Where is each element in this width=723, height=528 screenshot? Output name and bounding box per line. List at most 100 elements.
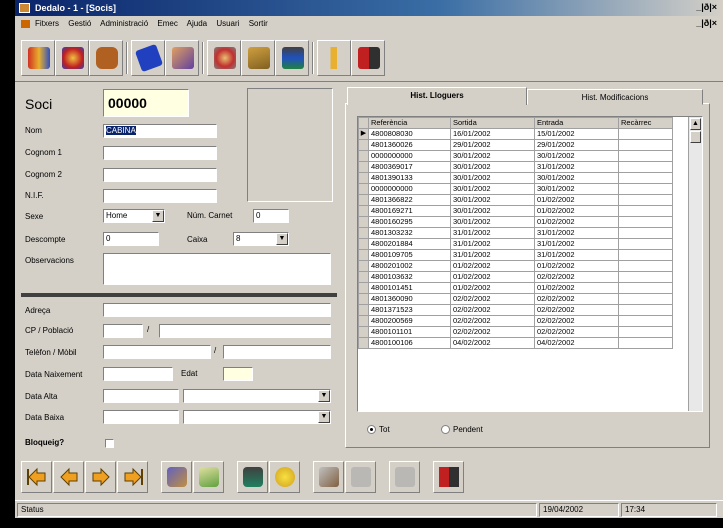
last-record-button[interactable] [117,461,148,493]
table-cell[interactable]: 31/01/2002 [534,249,619,261]
caixa-select[interactable]: 8 ▼ [233,232,289,246]
table-cell[interactable] [618,216,673,228]
scroll-up-icon[interactable]: ▲ [690,118,701,130]
table-row[interactable]: 4801371523 02/02/2002 02/02/2002 [358,304,673,316]
table-cell[interactable] [618,293,673,305]
table-row[interactable]: 4801390133 30/01/2002 30/01/2002 [358,172,673,184]
table-cell[interactable]: 4801360090 [368,293,451,305]
table-cell[interactable]: 16/01/2002 [450,128,535,140]
table-cell[interactable] [618,139,673,151]
chevron-down-icon[interactable]: ▼ [152,210,164,222]
scroll-thumb[interactable] [690,131,701,143]
table-row[interactable]: 4801303232 31/01/2002 31/01/2002 [358,227,673,239]
new-user-button[interactable] [161,461,192,493]
table-cell[interactable] [618,128,673,140]
col-referencia[interactable]: Referència [368,117,451,129]
bag-button[interactable] [89,40,123,76]
observacions-field[interactable] [103,253,331,285]
table-cell[interactable]: 4800200569 [368,315,451,327]
table-row[interactable]: 4800160295 30/01/2002 01/02/2002 [358,216,673,228]
table-cell[interactable]: 30/01/2002 [450,183,535,195]
table-cell[interactable]: 31/01/2002 [450,249,535,261]
col-entrada[interactable]: Entrada [534,117,619,129]
table-cell[interactable]: 4801303232 [368,227,451,239]
table-cell[interactable]: 4801371523 [368,304,451,316]
table-row[interactable]: 4800369017 30/01/2002 31/01/2002 [358,161,673,173]
table-cell[interactable]: 04/02/2002 [450,337,535,349]
table-cell[interactable]: 4801366822 [368,194,451,206]
table-cell[interactable] [618,227,673,239]
table-cell[interactable] [618,271,673,283]
menu-gestio[interactable]: Gestió [68,19,91,28]
table-cell[interactable] [618,183,673,195]
tot-radio[interactable] [367,425,376,434]
print-button[interactable] [313,461,344,493]
table-cell[interactable]: 29/01/2002 [534,139,619,151]
table-cell[interactable]: 0000000000 [368,183,451,195]
table-cell[interactable]: 30/01/2002 [450,205,535,217]
edit-button[interactable] [193,461,224,493]
window-controls[interactable]: _|ð|× [687,2,717,14]
rentals-grid[interactable]: Referència Sortida Entrada Recàrrec ▶ 480… [357,116,703,412]
table-cell[interactable]: 02/02/2002 [450,315,535,327]
table-cell[interactable]: 02/02/2002 [450,304,535,316]
users-group-button[interactable] [21,40,55,76]
col-sortida[interactable]: Sortida [450,117,535,129]
first-record-button[interactable] [21,461,52,493]
table-cell[interactable]: 4800101101 [368,326,451,338]
table-cell[interactable] [618,172,673,184]
table-cell[interactable]: 02/02/2002 [450,293,535,305]
table-cell[interactable]: 30/01/2002 [534,172,619,184]
table-cell[interactable]: 4801390133 [368,172,451,184]
table-row[interactable]: 4800103632 01/02/2002 02/02/2002 [358,271,673,283]
menu-administracio[interactable]: Administració [100,19,148,28]
stack-button[interactable] [275,40,309,76]
cognom2-field[interactable] [103,168,217,182]
table-cell[interactable]: 4800100106 [368,337,451,349]
table-cell[interactable]: 30/01/2002 [450,150,535,162]
exit-button[interactable] [351,40,385,76]
table-cell[interactable]: 29/01/2002 [450,139,535,151]
table-cell[interactable]: 31/01/2002 [534,227,619,239]
cp-field[interactable] [103,324,143,338]
table-cell[interactable]: 30/01/2002 [450,161,535,173]
tab-hist-lloguers[interactable]: Hist. Lloguers [347,87,527,105]
table-cell[interactable]: 01/02/2002 [534,194,619,206]
table-cell[interactable]: 31/01/2002 [534,161,619,173]
table-cell[interactable]: 02/02/2002 [534,326,619,338]
table-row[interactable]: 4801360090 02/02/2002 02/02/2002 [358,293,673,305]
pendent-radio[interactable] [441,425,450,434]
chevron-down-icon[interactable]: ▼ [318,411,330,423]
table-row[interactable]: 4800201884 31/01/2002 31/01/2002 [358,238,673,250]
table-cell[interactable]: 4800169271 [368,205,451,217]
table-cell[interactable]: 30/01/2002 [534,183,619,195]
baixa-motiu-select[interactable]: ▼ [183,410,331,424]
table-cell[interactable] [618,161,673,173]
table-cell[interactable]: 01/02/2002 [450,282,535,294]
table-cell[interactable]: 4800160295 [368,216,451,228]
table-cell[interactable] [618,304,673,316]
table-cell[interactable]: 01/02/2002 [534,205,619,217]
menu-emec[interactable]: Emec [157,19,177,28]
table-cell[interactable]: 4800369017 [368,161,451,173]
table-cell[interactable] [618,337,673,349]
table-row[interactable]: 4800109705 31/01/2002 31/01/2002 [358,249,673,261]
table-row[interactable]: 4800201002 01/02/2002 01/02/2002 [358,260,673,272]
table-cell[interactable] [618,315,673,327]
next-record-button[interactable] [85,461,116,493]
books-button[interactable] [241,40,275,76]
nif-field[interactable] [103,189,217,203]
table-row[interactable]: 4801360026 29/01/2002 29/01/2002 [358,139,673,151]
adreca-field[interactable] [103,303,331,317]
table-row[interactable]: ▶ 4800808030 16/01/2002 15/01/2002 [358,128,673,140]
table-row[interactable]: 4800200569 02/02/2002 02/02/2002 [358,315,673,327]
mdi-controls[interactable]: _|ð|× [687,18,717,30]
table-cell[interactable] [618,282,673,294]
descompte-field[interactable]: 0 [103,232,159,246]
sexe-select[interactable]: Home ▼ [103,209,165,223]
telefon-field[interactable] [103,345,211,359]
table-row[interactable]: 4800101451 01/02/2002 01/02/2002 [358,282,673,294]
table-cell[interactable]: 4800109705 [368,249,451,261]
disk-button[interactable] [131,40,165,76]
table-cell[interactable]: 02/02/2002 [450,326,535,338]
